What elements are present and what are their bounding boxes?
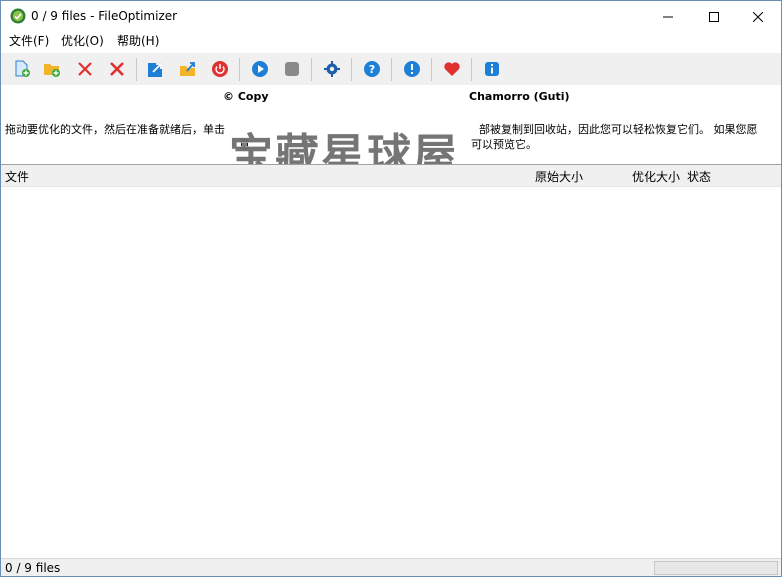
- column-header-optimized-size[interactable]: 优化大小: [632, 168, 680, 185]
- export-icon[interactable]: [147, 60, 165, 78]
- gear-icon[interactable]: [323, 60, 341, 78]
- toolbar-separator: [471, 58, 472, 81]
- open-folder-icon[interactable]: [179, 60, 197, 78]
- minimize-button[interactable]: [645, 1, 691, 32]
- toolbar-separator: [351, 58, 352, 81]
- progress-panel: [654, 561, 778, 575]
- status-bar: 0 / 9 files: [1, 558, 781, 576]
- remove-icon[interactable]: [76, 60, 94, 78]
- toolbar-separator: [136, 58, 137, 81]
- play-icon[interactable]: [251, 60, 269, 78]
- heart-icon[interactable]: [443, 60, 461, 78]
- info-round-icon[interactable]: [403, 60, 421, 78]
- hint-line-1-left: 拖动要优化的文件，然后在准备就绪后，单击: [5, 123, 225, 136]
- hint-line-1-right: 部被复制到回收站，因此您可以轻松恢复它们。 如果您愿: [479, 123, 758, 136]
- stop-icon[interactable]: [283, 60, 301, 78]
- add-folder-icon[interactable]: [43, 60, 61, 78]
- toolbar-separator: [239, 58, 240, 81]
- window-title: 0 / 9 files - FileOptimizer: [31, 9, 178, 23]
- toolbar: ?: [1, 53, 781, 85]
- info-icon[interactable]: [483, 60, 501, 78]
- column-header-file[interactable]: 文件: [5, 168, 29, 185]
- menu-bar: 文件(F) 优化(O) 帮助(H): [1, 32, 781, 51]
- clear-icon[interactable]: [108, 60, 126, 78]
- toolbar-separator: [311, 58, 312, 81]
- close-button[interactable]: [735, 1, 781, 32]
- column-header-original-size[interactable]: 原始大小: [535, 168, 583, 185]
- app-logo-icon: [10, 8, 26, 24]
- list-header: 文件 原始大小 优化大小 状态: [1, 165, 781, 187]
- menu-file[interactable]: 文件(F): [9, 34, 49, 49]
- copyright-text-left: © Copy: [223, 90, 269, 103]
- status-text: 0 / 9 files: [5, 561, 61, 575]
- menu-optimize[interactable]: 优化(O): [61, 34, 104, 49]
- add-file-icon[interactable]: [13, 60, 31, 78]
- app-window: 0 / 9 files - FileOptimizer 文件(F) 优化(O) …: [0, 0, 782, 577]
- copyright-text-right[interactable]: Chamorro (Guti): [469, 90, 570, 103]
- file-list[interactable]: 文件 原始大小 优化大小 状态: [1, 164, 781, 557]
- hint-line-2-right: 可以预览它。: [471, 138, 537, 151]
- help-icon[interactable]: ?: [363, 60, 381, 78]
- svg-text:?: ?: [369, 63, 375, 76]
- toolbar-separator: [431, 58, 432, 81]
- toolbar-separator: [391, 58, 392, 81]
- menu-help[interactable]: 帮助(H): [117, 34, 159, 49]
- title-bar[interactable]: 0 / 9 files - FileOptimizer: [1, 1, 781, 32]
- maximize-button[interactable]: [691, 1, 737, 32]
- power-icon[interactable]: [211, 60, 229, 78]
- column-header-status[interactable]: 状态: [687, 168, 711, 185]
